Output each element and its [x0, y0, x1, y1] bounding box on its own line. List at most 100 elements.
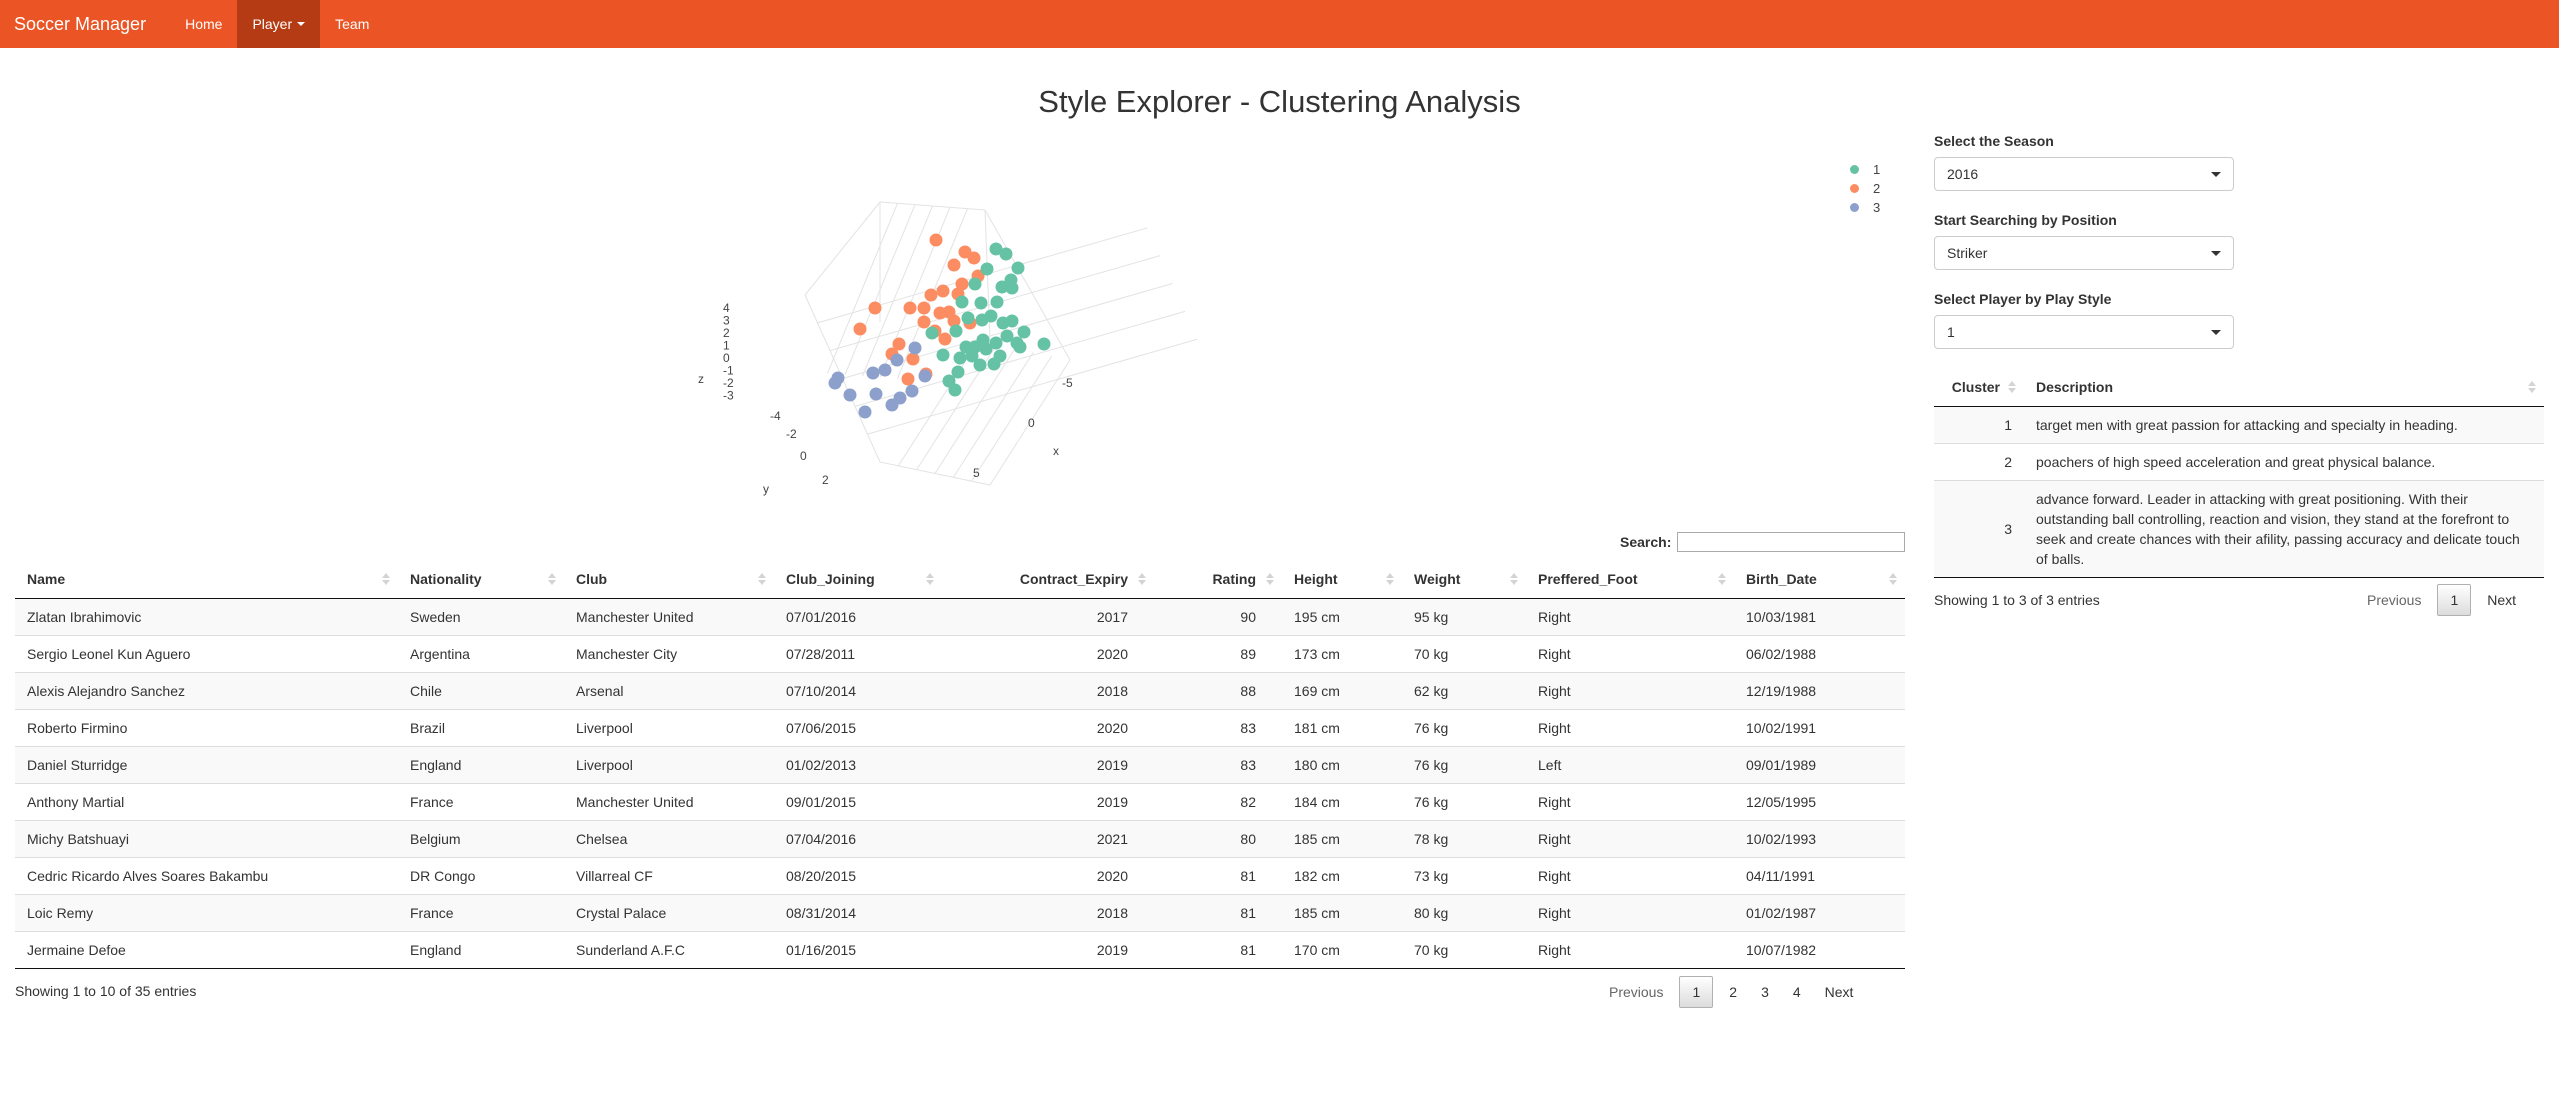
scatter-point-cluster-2[interactable]: [936, 284, 950, 298]
legend-item-1[interactable]: 1: [1850, 160, 1880, 179]
scatter-point-cluster-2[interactable]: [853, 322, 867, 336]
scatter-point-cluster-1[interactable]: [973, 358, 987, 372]
scatter-point-cluster-1[interactable]: [949, 324, 963, 338]
scatter-point-cluster-1[interactable]: [1037, 337, 1051, 351]
scatter-point-cluster-2[interactable]: [917, 301, 931, 315]
scatter-point-cluster-1[interactable]: [990, 295, 1004, 309]
scatter-point-cluster-3[interactable]: [866, 366, 880, 380]
scatter-point-cluster-1[interactable]: [1005, 281, 1019, 295]
rating: 80: [1154, 819, 1282, 857]
col-preferred-foot[interactable]: Preffered_Foot: [1526, 560, 1734, 599]
page-button-1[interactable]: 1: [1679, 976, 1714, 1008]
table-row[interactable]: Daniel Sturridge England Liverpool 01/02/20…: [15, 745, 1905, 783]
search-input[interactable]: [1677, 532, 1906, 552]
weight: 62 kg: [1402, 671, 1526, 709]
legend-item-2[interactable]: 2: [1850, 179, 1880, 198]
scatter-point-cluster-1[interactable]: [1000, 329, 1014, 343]
club: Arsenal: [564, 671, 774, 709]
previous-button[interactable]: Previous: [2355, 584, 2433, 616]
col-description[interactable]: Description: [2024, 368, 2544, 407]
scatter-point-cluster-1[interactable]: [987, 357, 1001, 371]
position-select[interactable]: Striker: [1934, 236, 2234, 270]
scatter-point-cluster-3[interactable]: [858, 405, 872, 419]
scatter-point-cluster-1[interactable]: [948, 383, 962, 397]
nationality: Belgium: [398, 819, 564, 857]
col-nationality[interactable]: Nationality: [398, 560, 564, 599]
scatter-point-cluster-1[interactable]: [999, 247, 1013, 261]
brand-title[interactable]: Soccer Manager: [0, 0, 160, 48]
season-select[interactable]: 2016: [1934, 157, 2234, 191]
scatter-3d-plot[interactable]: 4 3 2 1 0 -1 -2 -3 z -4 -2 0 2 y -5 0 5 x: [660, 150, 1910, 510]
col-birth-date[interactable]: Birth_Date: [1734, 560, 1905, 599]
table-row[interactable]: Sergio Leonel Kun Aguero Argentina Manches…: [15, 634, 1905, 672]
scatter-point-cluster-1[interactable]: [1005, 314, 1019, 328]
col-club[interactable]: Club: [564, 560, 774, 599]
scatter-point-cluster-3[interactable]: [885, 398, 899, 412]
legend-label: 2: [1873, 181, 1881, 196]
scatter-point-cluster-1[interactable]: [1017, 325, 1031, 339]
table-row[interactable]: 1 target men with great passion for atta…: [1934, 405, 2544, 443]
table-row[interactable]: Zlatan Ibrahimovic Sweden Manchester Unite…: [15, 597, 1905, 635]
nav-team[interactable]: Team: [320, 0, 384, 48]
scatter-point-cluster-1[interactable]: [980, 262, 994, 276]
scatter-3d-svg[interactable]: 43210-1-2-3z-4-202y-505x: [660, 150, 1910, 510]
scatter-point-cluster-1[interactable]: [955, 295, 969, 309]
scatter-point-cluster-1[interactable]: [979, 342, 993, 356]
table-row[interactable]: 3 advance forward. Leader in attacking w…: [1934, 479, 2544, 578]
scatter-point-cluster-2[interactable]: [906, 352, 920, 366]
scatter-point-cluster-2[interactable]: [947, 258, 961, 272]
scatter-point-cluster-2[interactable]: [917, 315, 931, 329]
table-row[interactable]: 2 poachers of high speed acceleration an…: [1934, 442, 2544, 480]
scatter-point-cluster-2[interactable]: [868, 301, 882, 315]
nav-home[interactable]: Home: [170, 0, 237, 48]
scatter-point-cluster-3[interactable]: [878, 363, 892, 377]
scatter-point-cluster-3[interactable]: [869, 387, 883, 401]
previous-button[interactable]: Previous: [1597, 976, 1675, 1008]
scatter-point-cluster-1[interactable]: [936, 348, 950, 362]
scatter-point-cluster-1[interactable]: [953, 351, 967, 365]
scatter-point-cluster-3[interactable]: [828, 376, 842, 390]
page-button-3[interactable]: 3: [1749, 976, 1781, 1008]
scatter-point-cluster-1[interactable]: [1013, 340, 1027, 354]
page-button-1[interactable]: 1: [2437, 584, 2472, 616]
scatter-point-cluster-2[interactable]: [924, 288, 938, 302]
scatter-point-cluster-2[interactable]: [929, 233, 943, 247]
scatter-point-cluster-3[interactable]: [890, 353, 904, 367]
scatter-point-cluster-2[interactable]: [942, 305, 956, 319]
legend-item-3[interactable]: 3: [1850, 198, 1880, 217]
col-weight[interactable]: Weight: [1402, 560, 1526, 599]
col-rating[interactable]: Rating: [1154, 560, 1282, 599]
table-row[interactable]: Anthony Martial France Manchester United 09…: [15, 782, 1905, 820]
scatter-point-cluster-2[interactable]: [938, 332, 952, 346]
style-select[interactable]: 1: [1934, 315, 2234, 349]
scatter-point-cluster-1[interactable]: [925, 326, 939, 340]
page-button-4[interactable]: 4: [1781, 976, 1813, 1008]
scatter-point-cluster-2[interactable]: [903, 301, 917, 315]
nav-player-dropdown[interactable]: Player: [237, 0, 321, 48]
col-cluster[interactable]: Cluster: [1934, 368, 2024, 407]
col-club-joining[interactable]: Club_Joining: [774, 560, 942, 599]
scatter-point-cluster-2[interactable]: [901, 372, 915, 386]
table-row[interactable]: Cedric Ricardo Alves Soares Bakambu DR Co…: [15, 856, 1905, 894]
table-row[interactable]: Jermaine Defoe England Sunderland A.F.C 01/…: [15, 930, 1905, 969]
table-row[interactable]: Roberto Firmino Brazil Liverpool 07/06/2015…: [15, 708, 1905, 746]
scatter-point-cluster-1[interactable]: [1011, 261, 1025, 275]
scatter-point-cluster-3[interactable]: [843, 388, 857, 402]
scatter-point-cluster-1[interactable]: [984, 309, 998, 323]
scatter-point-cluster-2[interactable]: [958, 245, 972, 259]
col-contract-expiry[interactable]: Contract_Expiry: [942, 560, 1154, 599]
next-button[interactable]: Next: [2475, 584, 2528, 616]
scatter-point-cluster-1[interactable]: [961, 311, 975, 325]
col-height[interactable]: Height: [1282, 560, 1402, 599]
table-row[interactable]: Alexis Alejandro Sanchez Chile Arsenal 07/1…: [15, 671, 1905, 709]
scatter-point-cluster-3[interactable]: [918, 369, 932, 383]
table-row[interactable]: Loic Remy France Crystal Palace 08/31/2014 2…: [15, 893, 1905, 931]
page-button-2[interactable]: 2: [1717, 976, 1749, 1008]
col-name[interactable]: Name: [15, 560, 398, 599]
scatter-point-cluster-1[interactable]: [974, 296, 988, 310]
scatter-point-cluster-1[interactable]: [968, 277, 982, 291]
table-row[interactable]: Michy Batshuayi Belgium Chelsea 07/04/2016 2…: [15, 819, 1905, 857]
scatter-point-cluster-3[interactable]: [908, 341, 922, 355]
scatter-point-cluster-3[interactable]: [905, 384, 919, 398]
next-button[interactable]: Next: [1813, 976, 1866, 1008]
